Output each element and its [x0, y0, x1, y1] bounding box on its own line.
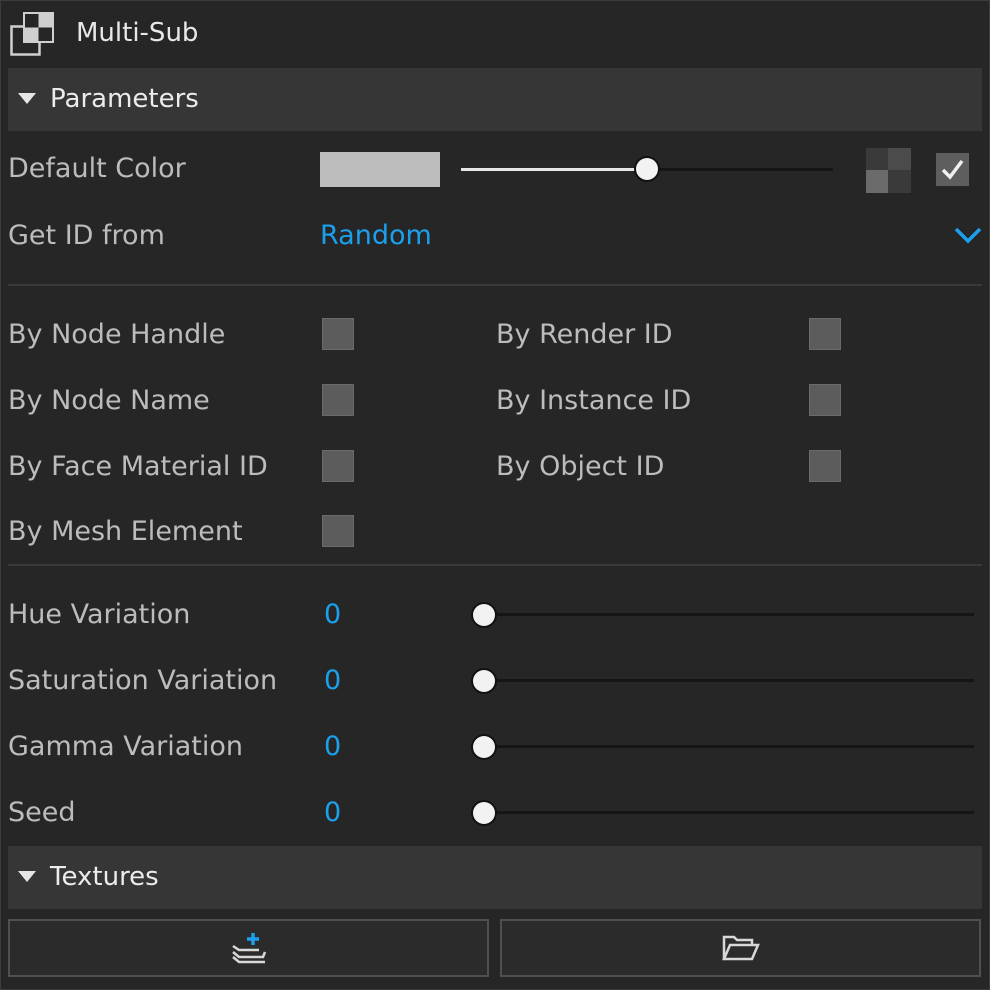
by-mesh-element-label: By Mesh Element	[8, 516, 243, 547]
checkmark-icon	[941, 159, 964, 180]
parameters-section-label: Parameters	[50, 84, 199, 114]
by-node-name-label: By Node Name	[8, 385, 210, 416]
hue-variation-slider-handle[interactable]	[473, 604, 495, 626]
collapse-triangle-icon	[18, 871, 36, 882]
divider	[8, 564, 982, 566]
hue-variation-slider-track[interactable]	[484, 613, 974, 616]
default-color-label: Default Color	[8, 153, 186, 184]
window-title: Multi-Sub	[76, 18, 199, 48]
textures-section-header[interactable]: Textures	[8, 846, 982, 909]
checker-texture-icon[interactable]	[866, 148, 911, 193]
hue-variation-label: Hue Variation	[8, 599, 191, 630]
hue-variation-value[interactable]: 0	[324, 599, 341, 630]
by-mesh-element-checkbox[interactable]	[322, 515, 354, 547]
by-render-id-label: By Render ID	[496, 319, 673, 350]
divider	[8, 284, 982, 286]
multi-sub-icon	[10, 12, 54, 56]
default-color-slider-fill	[461, 168, 647, 171]
seed-slider-handle[interactable]	[473, 802, 495, 824]
saturation-variation-slider-handle[interactable]	[473, 670, 495, 692]
default-color-slider-handle[interactable]	[636, 158, 658, 180]
parameters-section-header[interactable]: Parameters	[8, 68, 982, 131]
by-face-material-id-checkbox[interactable]	[322, 450, 354, 482]
title-bar: Multi-Sub	[0, 0, 990, 68]
open-texture-button[interactable]	[500, 919, 981, 977]
gamma-variation-value[interactable]: 0	[324, 731, 341, 762]
seed-value[interactable]: 0	[324, 797, 341, 828]
by-node-handle-checkbox[interactable]	[322, 318, 354, 350]
add-texture-button[interactable]	[8, 919, 489, 977]
by-instance-id-label: By Instance ID	[496, 385, 692, 416]
textures-section-label: Textures	[50, 862, 159, 892]
saturation-variation-value[interactable]: 0	[324, 665, 341, 696]
gamma-variation-slider-handle[interactable]	[473, 736, 495, 758]
collapse-triangle-icon	[18, 93, 36, 104]
panel-frame	[0, 0, 990, 990]
by-node-name-checkbox[interactable]	[322, 384, 354, 416]
by-instance-id-checkbox[interactable]	[809, 384, 841, 416]
by-object-id-label: By Object ID	[496, 451, 665, 482]
gamma-variation-slider-track[interactable]	[484, 745, 974, 748]
chevron-down-icon[interactable]	[954, 226, 982, 248]
get-id-from-label: Get ID from	[8, 220, 165, 251]
by-object-id-checkbox[interactable]	[809, 450, 841, 482]
seed-slider-track[interactable]	[484, 811, 974, 814]
by-face-material-id-label: By Face Material ID	[8, 451, 268, 482]
get-id-from-dropdown[interactable]: Random	[320, 220, 432, 251]
default-color-swatch[interactable]	[320, 152, 440, 187]
by-node-handle-label: By Node Handle	[8, 319, 226, 350]
seed-label: Seed	[8, 797, 76, 828]
folder-open-icon	[721, 935, 760, 961]
saturation-variation-label: Saturation Variation	[8, 665, 278, 696]
by-render-id-checkbox[interactable]	[809, 318, 841, 350]
add-layer-icon	[231, 933, 266, 964]
default-color-enable-checkbox[interactable]	[936, 153, 969, 186]
gamma-variation-label: Gamma Variation	[8, 731, 243, 762]
saturation-variation-slider-track[interactable]	[484, 679, 974, 682]
